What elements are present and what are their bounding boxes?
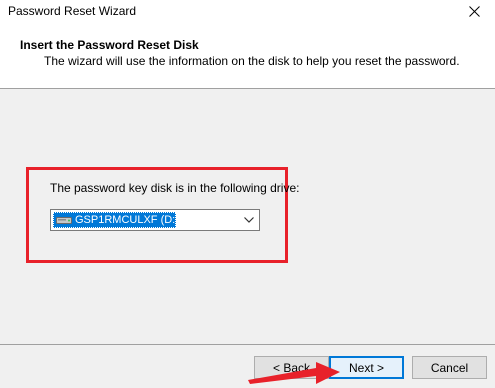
close-button[interactable]: [453, 0, 495, 26]
wizard-header: Insert the Password Reset Disk The wizar…: [0, 26, 495, 89]
window-title: Password Reset Wizard: [8, 4, 137, 18]
header-title: Insert the Password Reset Disk: [20, 38, 199, 52]
close-icon: [468, 6, 480, 20]
back-button[interactable]: < Back: [254, 356, 329, 379]
cancel-button[interactable]: Cancel: [412, 356, 487, 379]
header-subtitle: The wizard will use the information on t…: [44, 54, 460, 68]
drive-select-value: GSP1RMCULXF (D:): [75, 214, 179, 226]
drive-icon: [56, 214, 72, 226]
drive-label: The password key disk is in the followin…: [50, 181, 300, 195]
next-button[interactable]: Next >: [329, 356, 404, 379]
drive-select[interactable]: GSP1RMCULXF (D:): [50, 209, 260, 231]
title-bar: Password Reset Wizard: [0, 0, 495, 26]
password-reset-wizard-window: Password Reset Wizard Insert the Passwor…: [0, 0, 495, 388]
footer-divider: [0, 344, 495, 345]
chevron-down-icon[interactable]: [243, 214, 255, 226]
drive-select-selected: GSP1RMCULXF (D:): [53, 212, 179, 228]
